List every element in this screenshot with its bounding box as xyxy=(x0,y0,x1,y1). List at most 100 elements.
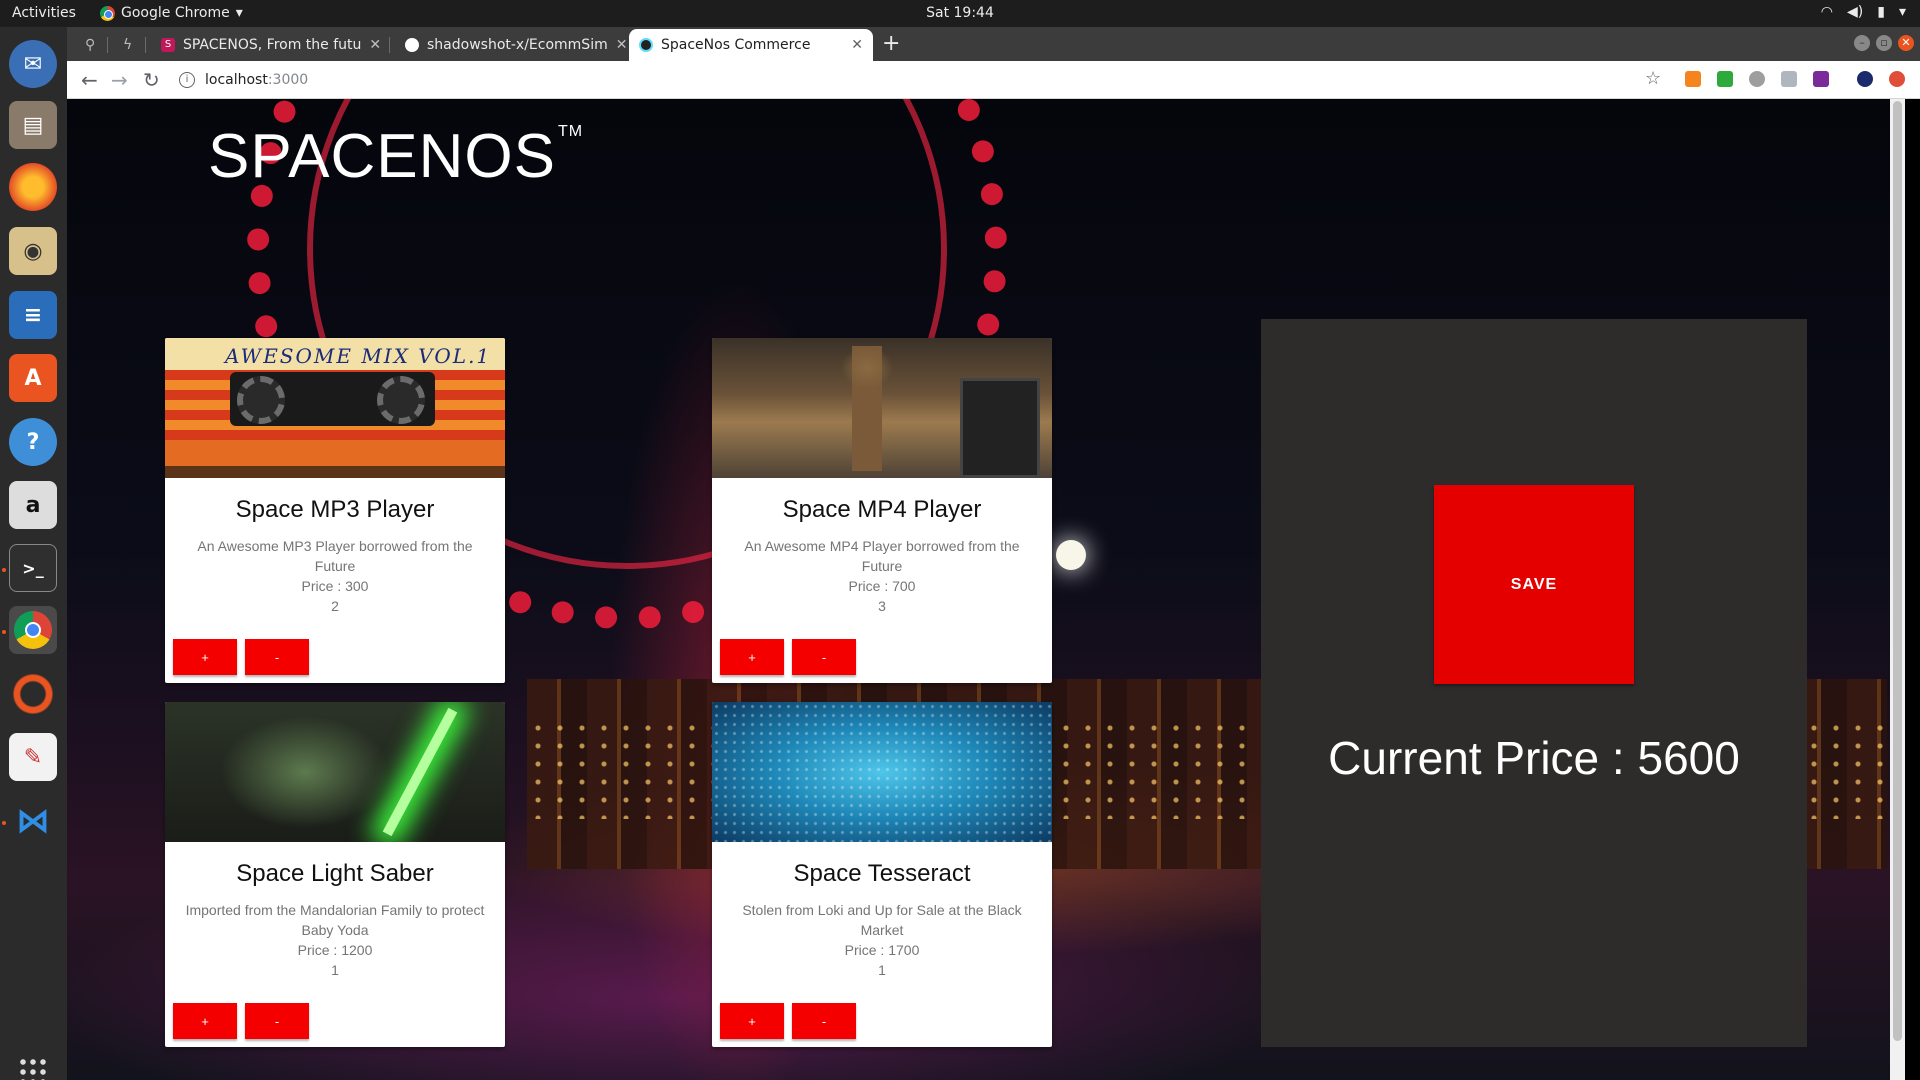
current-price: Current Price : 5600 xyxy=(1328,732,1740,784)
adblock-extension-icon[interactable] xyxy=(1749,71,1765,87)
cart-panel: SAVE Current Price : 5600 xyxy=(1261,319,1807,1047)
software-updater-icon[interactable] xyxy=(9,670,57,718)
page-content: SPACENOS TM AWESOME MIX VOL.1 Space MP3 P… xyxy=(67,99,1905,1080)
maximize-icon[interactable]: ▫ xyxy=(1876,35,1892,51)
minimize-icon[interactable]: – xyxy=(1854,35,1870,51)
writer-icon[interactable]: ≡ xyxy=(9,291,57,339)
url-host: localhost xyxy=(205,72,268,88)
decrement-button[interactable]: - xyxy=(792,1003,856,1039)
lightsaber-graphic xyxy=(382,707,458,837)
shield-extension-icon[interactable] xyxy=(1781,71,1797,87)
tab-strip: ⚲ ϟ S SPACENOS, From the futu ✕ shadowsh… xyxy=(67,27,1920,61)
address-bar[interactable]: i localhost:3000 xyxy=(179,65,1689,95)
close-window-icon[interactable]: ✕ xyxy=(1898,35,1914,51)
page-scrollbar[interactable] xyxy=(1890,99,1905,1080)
files-icon[interactable]: ▤ xyxy=(9,101,57,149)
product-image xyxy=(165,702,505,842)
github-icon xyxy=(405,38,419,52)
product-quantity: 1 xyxy=(331,962,339,978)
tab-label: SpaceNos Commerce xyxy=(661,37,811,53)
show-applications-icon[interactable] xyxy=(18,1057,48,1080)
reel-icon xyxy=(377,376,425,424)
product-image xyxy=(712,338,1052,478)
decrement-button[interactable]: - xyxy=(792,639,856,675)
product-description: Imported from the Mandalorian Family to … xyxy=(185,902,485,938)
product-card: Space Tesseract Stolen from Loki and Up … xyxy=(712,702,1052,1047)
tab-github[interactable]: shadowshot-x/EcommSim ✕ xyxy=(395,29,627,61)
cassette-label: AWESOME MIX VOL.1 xyxy=(225,344,492,368)
increment-button[interactable]: + xyxy=(720,1003,784,1039)
groot-figure xyxy=(832,346,902,471)
save-button[interactable]: SAVE xyxy=(1434,485,1634,684)
metamask-extension-icon[interactable] xyxy=(1685,71,1701,87)
forward-arrow-icon[interactable]: → xyxy=(111,68,128,92)
info-icon[interactable]: i xyxy=(179,72,195,88)
close-icon[interactable]: ✕ xyxy=(851,37,863,53)
bookmark-star-icon[interactable]: ☆ xyxy=(1645,68,1661,89)
volume-icon: ◀) xyxy=(1847,4,1864,20)
help-icon[interactable]: ? xyxy=(9,418,57,466)
vscode-icon[interactable]: ⋈ xyxy=(9,797,57,845)
cors-extension-icon[interactable] xyxy=(1717,71,1733,87)
chevron-down-icon: ▾ xyxy=(1898,4,1906,20)
running-indicator xyxy=(2,568,6,572)
close-icon[interactable]: ✕ xyxy=(369,37,381,53)
product-price: Price : 1200 xyxy=(297,942,373,958)
extension-icon[interactable] xyxy=(1889,71,1905,87)
profile-avatar-icon[interactable] xyxy=(1857,71,1873,87)
text-editor-icon[interactable]: ✎ xyxy=(9,733,57,781)
clock[interactable]: Sat 19:44 xyxy=(0,5,1920,21)
product-title: Space MP4 Player xyxy=(782,496,982,523)
product-title: Space Tesseract xyxy=(793,860,971,887)
bolt-icon: ϟ xyxy=(123,37,133,53)
tab-spacenos-commerce[interactable]: SpaceNos Commerce ✕ xyxy=(629,29,873,61)
tab-separator xyxy=(389,37,390,53)
firefox-icon[interactable] xyxy=(9,163,57,211)
tab-pinned-1[interactable]: ⚲ xyxy=(75,29,101,61)
reel-icon xyxy=(237,376,285,424)
product-quantity: 3 xyxy=(878,598,886,614)
increment-button[interactable]: + xyxy=(173,639,237,675)
browser-toolbar: ← → ↻ i localhost:3000 ☆ xyxy=(67,61,1920,99)
scrollbar-thumb[interactable] xyxy=(1893,101,1902,1041)
screen-extension-icon[interactable] xyxy=(1813,71,1829,87)
product-price: Price : 300 xyxy=(301,578,369,594)
new-tab-button[interactable]: + xyxy=(882,31,900,56)
tab-label: shadowshot-x/EcommSim xyxy=(427,37,608,53)
terminal-icon[interactable]: >_ xyxy=(9,544,57,592)
react-icon xyxy=(639,38,653,52)
reload-icon[interactable]: ↻ xyxy=(143,68,160,92)
wifi-icon: ◠ xyxy=(1820,4,1834,20)
product-description: An Awesome MP3 Player borrowed from the … xyxy=(197,538,473,574)
close-icon[interactable]: ✕ xyxy=(616,37,627,53)
system-tray[interactable]: ◠ ◀) ▮ ▾ xyxy=(1821,4,1906,20)
running-indicator xyxy=(2,821,6,825)
amazon-icon[interactable]: a xyxy=(9,481,57,529)
battery-icon: ▮ xyxy=(1877,4,1885,20)
spacenos-favicon-icon: S xyxy=(161,38,175,52)
product-quantity: 2 xyxy=(331,598,339,614)
brand-logo[interactable]: SPACENOS TM xyxy=(208,121,583,192)
back-arrow-icon[interactable]: ← xyxy=(81,68,98,92)
decrement-button[interactable]: - xyxy=(245,639,309,675)
thunderbird-icon[interactable]: ✉ xyxy=(9,40,57,88)
increment-button[interactable]: + xyxy=(720,639,784,675)
ubuntu-software-icon[interactable]: A xyxy=(9,354,57,402)
product-card: AWESOME MIX VOL.1 Space MP3 Player An Aw… xyxy=(165,338,505,683)
product-price: Price : 1700 xyxy=(844,942,920,958)
decrement-button[interactable]: - xyxy=(245,1003,309,1039)
background-moon xyxy=(1056,540,1086,570)
product-description: An Awesome MP4 Player borrowed from the … xyxy=(744,538,1020,574)
product-card: Space MP4 Player An Awesome MP4 Player b… xyxy=(712,338,1052,683)
browser-window: ⚲ ϟ S SPACENOS, From the futu ✕ shadowsh… xyxy=(67,27,1920,99)
product-image xyxy=(712,702,1052,842)
tab-spacenos-site[interactable]: S SPACENOS, From the futu ✕ xyxy=(151,29,383,61)
product-title: Space Light Saber xyxy=(236,860,434,887)
product-image: AWESOME MIX VOL.1 xyxy=(165,338,505,478)
window-controls: – ▫ ✕ xyxy=(1854,35,1914,51)
rhythmbox-icon[interactable]: ◉ xyxy=(9,227,57,275)
increment-button[interactable]: + xyxy=(173,1003,237,1039)
tesseract-texture xyxy=(712,702,1052,842)
chrome-dock-icon[interactable] xyxy=(9,606,57,654)
tab-pinned-2[interactable]: ϟ xyxy=(113,29,139,61)
